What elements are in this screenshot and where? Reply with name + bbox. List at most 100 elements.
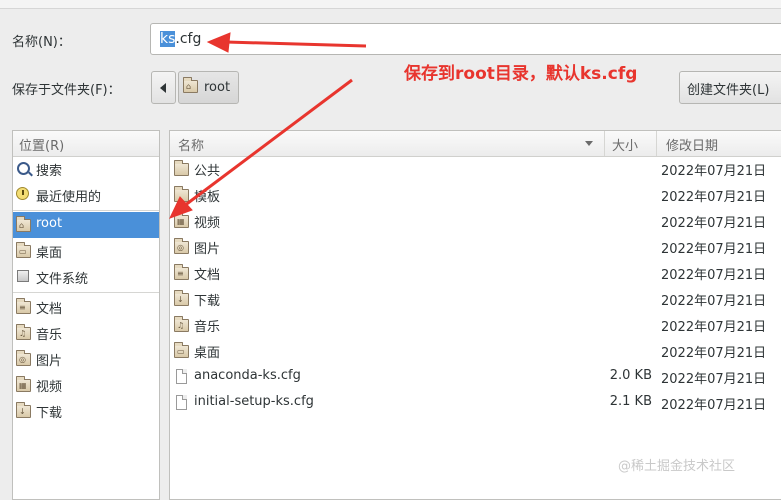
sidebar-item-downloads[interactable]: ↓ 下载 <box>13 398 159 424</box>
file-name: 模板 <box>194 190 221 205</box>
sidebar-item-label: 桌面 <box>36 246 63 261</box>
filename-selection: ks <box>160 31 176 47</box>
table-row[interactable]: ♫ 音乐 2022年07月21日 <box>170 312 781 338</box>
table-row[interactable]: ▦ 视频 2022年07月21日 <box>170 208 781 234</box>
file-date: 2022年07月21日 <box>661 164 767 179</box>
sidebar-item-videos[interactable]: ▦ 视频 <box>13 372 159 398</box>
file-date: 2022年07月21日 <box>661 346 767 361</box>
create-folder-label: 创建文件夹(L) <box>687 83 770 98</box>
videos-folder-icon: ▦ <box>16 376 31 392</box>
file-date: 2022年07月21日 <box>661 242 767 257</box>
sidebar-item-label: 视频 <box>36 380 63 395</box>
column-name-label: 名称 <box>178 139 205 154</box>
disk-icon <box>17 270 29 282</box>
file-date: 2022年07月21日 <box>661 320 767 335</box>
clock-icon <box>16 187 29 200</box>
file-name: 下载 <box>194 294 221 309</box>
table-row[interactable]: ≡ 文档 2022年07月21日 <box>170 260 781 286</box>
column-date-label: 修改日期 <box>666 139 719 154</box>
file-name: 桌面 <box>194 346 221 361</box>
file-date: 2022年07月21日 <box>661 372 767 387</box>
sidebar-item-recent[interactable]: 最近使用的 <box>13 182 159 208</box>
downloads-folder-icon: ↓ <box>16 402 31 418</box>
annotation-text: 保存到root目录，默认ks.cfg <box>404 64 638 84</box>
table-row[interactable]: 公共 2022年07月21日 <box>170 156 781 182</box>
sort-down-icon <box>585 141 593 146</box>
places-header: 位置(R) <box>13 131 159 157</box>
sidebar-item-label: 最近使用的 <box>36 190 102 205</box>
breadcrumb-root-button[interactable]: ⌂ root <box>178 71 239 104</box>
file-date: 2022年07月21日 <box>661 190 767 205</box>
sidebar-item-label: 搜索 <box>36 164 63 179</box>
sidebar-item-label: root <box>36 216 63 231</box>
sidebar-item-label: 文档 <box>36 302 63 317</box>
sidebar-item-desktop[interactable]: ▭ 桌面 <box>13 238 159 264</box>
table-row[interactable]: 模板 2022年07月21日 <box>170 182 781 208</box>
file-name: initial-setup-ks.cfg <box>194 394 314 409</box>
sidebar-item-root[interactable]: ⌂ root <box>13 212 159 238</box>
file-date: 2022年07月21日 <box>661 398 767 413</box>
breadcrumb-label: root <box>204 80 231 95</box>
window-top-edge <box>0 0 781 9</box>
sidebar-item-filesystem[interactable]: 文件系统 <box>13 264 159 290</box>
file-name: 公共 <box>194 164 221 179</box>
name-label: 名称(N)： <box>12 35 71 50</box>
desktop-folder-icon: ▭ <box>16 242 31 258</box>
pictures-folder-icon: ◎ <box>16 350 31 366</box>
videos-folder-icon: ▦ <box>174 212 189 228</box>
home-folder-icon: ⌂ <box>183 77 198 93</box>
filename-input[interactable]: ks.cfg <box>150 23 781 55</box>
watermark: @稀土掘金技术社区 <box>618 459 736 474</box>
table-row[interactable]: anaconda-ks.cfg 2.0 KB 2022年07月21日 <box>170 364 781 390</box>
documents-folder-icon: ≡ <box>16 298 31 314</box>
music-folder-icon: ♫ <box>174 316 189 332</box>
sidebar-item-label: 音乐 <box>36 328 63 343</box>
sidebar-item-search[interactable]: 搜索 <box>13 156 159 182</box>
create-folder-button[interactable]: 创建文件夹(L) <box>679 71 781 104</box>
column-header-date[interactable]: 修改日期 <box>656 131 781 156</box>
sidebar-item-pictures[interactable]: ◎ 图片 <box>13 346 159 372</box>
sidebar-item-label: 下载 <box>36 406 63 421</box>
column-header-name[interactable]: 名称 <box>170 131 605 156</box>
file-date: 2022年07月21日 <box>661 268 767 283</box>
save-in-folder-label: 保存于文件夹(F)： <box>12 83 121 98</box>
sidebar-item-label: 文件系统 <box>36 272 89 287</box>
file-size: 2.1 KB <box>609 394 652 409</box>
table-row[interactable]: initial-setup-ks.cfg 2.1 KB 2022年07月21日 <box>170 390 781 416</box>
table-row[interactable]: ◎ 图片 2022年07月21日 <box>170 234 781 260</box>
file-date: 2022年07月21日 <box>661 216 767 231</box>
text-file-icon <box>176 369 187 384</box>
folder-icon <box>174 160 189 176</box>
sidebar-separator <box>13 292 159 293</box>
sidebar-item-label: 图片 <box>36 354 63 369</box>
templates-folder-icon <box>174 186 189 202</box>
path-back-button[interactable] <box>151 71 176 104</box>
places-sidebar: 位置(R) 搜索 最近使用的 ⌂ root ▭ 桌面 文件系统 ≡ 文档 ♫ 音… <box>12 130 160 500</box>
desktop-folder-icon: ▭ <box>174 342 189 358</box>
filename-suffix: .cfg <box>175 31 202 47</box>
music-folder-icon: ♫ <box>16 324 31 340</box>
chevron-left-icon <box>160 83 166 93</box>
table-row[interactable]: ▭ 桌面 2022年07月21日 <box>170 338 781 364</box>
pictures-folder-icon: ◎ <box>174 238 189 254</box>
column-header-size[interactable]: 大小 <box>604 131 657 156</box>
sidebar-item-documents[interactable]: ≡ 文档 <box>13 294 159 320</box>
file-size: 2.0 KB <box>609 368 652 383</box>
text-file-icon <box>176 395 187 410</box>
file-name: 音乐 <box>194 320 221 335</box>
file-name: 图片 <box>194 242 221 257</box>
file-list: 名称 大小 修改日期 公共 2022年07月21日 模板 2022年07月21日… <box>169 130 781 500</box>
filename-text[interactable]: ks.cfg <box>160 31 201 47</box>
sidebar-separator <box>13 210 159 211</box>
sidebar-item-music[interactable]: ♫ 音乐 <box>13 320 159 346</box>
file-name: 文档 <box>194 268 221 283</box>
home-folder-icon: ⌂ <box>16 216 31 232</box>
search-icon <box>17 162 30 175</box>
file-name: 视频 <box>194 216 221 231</box>
column-size-label: 大小 <box>612 139 639 154</box>
file-list-header: 名称 大小 修改日期 <box>170 131 781 157</box>
table-row[interactable]: ↓ 下载 2022年07月21日 <box>170 286 781 312</box>
file-name: anaconda-ks.cfg <box>194 368 301 383</box>
places-header-label: 位置(R) <box>19 139 65 154</box>
documents-folder-icon: ≡ <box>174 264 189 280</box>
